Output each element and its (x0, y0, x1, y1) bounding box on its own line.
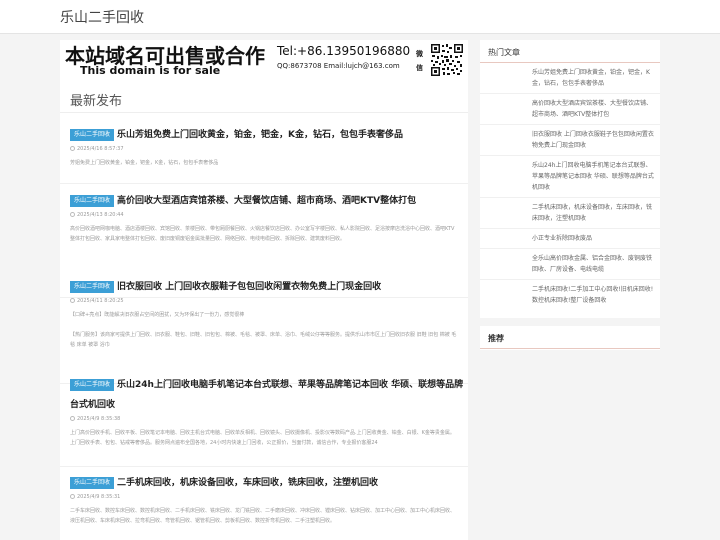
article-title-link[interactable]: 二手机床回收，机床设备回收，车床回收，铣床回收，注塑机回收 (117, 478, 378, 488)
banner-wechat-label: 微信 (416, 50, 423, 72)
hot-articles-widget: 热门文章 乐山芳姐免费上门回收黄金，铂金，钯金，K金，钻石，包包手表奢侈品 高价… (480, 40, 660, 318)
hot-articles-title: 热门文章 (480, 40, 660, 63)
article-item: 乐山二手回收 乐山24h上门回收电脑手机笔记本台式联想、苹果等品牌笔记本回收 华硕… (60, 372, 468, 467)
hot-article-link[interactable]: 二手机床回收!二手加工中心回收!旧机床回收!数控机床回收!整厂设备回收 (532, 286, 653, 304)
article-date: 2025/4/9 8:35:38 (70, 416, 468, 422)
thumbnail (486, 68, 526, 90)
article-date-text: 2025/4/13 8:20:44 (77, 212, 124, 218)
clock-icon (70, 494, 75, 499)
thumbnail (486, 285, 526, 307)
hot-article-link[interactable]: 乐山24h上门回收电脑手机笔记本台式联想、苹果等品牌笔记本回收 华硕、联想等品牌… (532, 162, 654, 191)
clock-icon (70, 146, 75, 151)
hot-article-item[interactable]: 乐山24h上门回收电脑手机笔记本台式联想、苹果等品牌笔记本回收 华硕、联想等品牌… (480, 156, 660, 198)
thumbnail (486, 254, 526, 276)
hot-articles-list: 乐山芳姐免费上门回收黄金，铂金，钯金，K金，钻石，包包手表奢侈品 高价回收大型酒… (480, 63, 660, 310)
hot-article-item[interactable]: 旧衣服回收 上门回收衣服鞋子包包回收闲置衣物免费上门现金回收 (480, 125, 660, 156)
article-date-text: 2025/4/16 8:57:37 (77, 146, 124, 152)
thumbnail (486, 234, 526, 244)
thumbnail (486, 99, 526, 121)
thumbnail (486, 203, 526, 225)
article-excerpt: 【口碑+亮点】既能解决旧衣服占空间的困扰，又为环保出了一份力，感觉很棒 【热门服… (70, 312, 457, 348)
qr-code-icon (430, 43, 464, 77)
article-title-link[interactable]: 乐山芳姐免费上门回收黄金，铂金，钯金，K金，钻石，包包手表奢侈品 (117, 130, 403, 140)
section-divider (60, 112, 468, 113)
article-excerpt: 二手车床回收、数控车床回收、数控机床回收、二手机床回收、铣床回收、龙门铣回收、二… (70, 508, 456, 524)
article-date: 2025/4/11 8:20:25 (70, 298, 468, 304)
article-excerpt: 芳姐免费上门回收黄金，铂金，钯金，K金，钻石，包包手表奢侈品 (70, 160, 219, 166)
top-bar: 乐山二手回收 (0, 0, 720, 34)
hot-article-link[interactable]: 乐山芳姐免费上门回收黄金，铂金，钯金，K金，钻石，包包手表奢侈品 (532, 69, 650, 87)
article-date: 2025/4/16 8:57:37 (70, 146, 468, 152)
article-item: 乐山二手回收 二手机床回收，机床设备回收，车床回收，铣床回收，注塑机回收 2025… (60, 470, 468, 540)
hot-article-item[interactable]: 乐山芳姐免费上门回收黄金，铂金，钯金，K金，钻石，包包手表奢侈品 (480, 63, 660, 94)
article-title-link[interactable]: 高价回收大型酒店宾馆茶楼、大型餐饮店铺、超市商场、酒吧KTV整体打包 (117, 196, 416, 206)
article-date-text: 2025/4/9 8:35:38 (77, 416, 121, 422)
article-date-text: 2025/4/11 8:20:25 (77, 298, 124, 304)
recommend-widget: 推荐 (480, 326, 660, 350)
category-tag[interactable]: 乐山二手回收 (70, 195, 115, 207)
sidebar: 热门文章 乐山芳姐免费上门回收黄金，铂金，钯金，K金，钻石，包包手表奢侈品 高价… (480, 40, 660, 540)
thumbnail (486, 130, 526, 152)
article-item: 乐山二手回收 乐山芳姐免费上门回收黄金，铂金，钯金，K金，钻石，包包手表奢侈品 2… (60, 122, 468, 184)
hot-article-link[interactable]: 二手机床回收，机床设备回收，车床回收，铣床回收，注塑机回收 (532, 204, 652, 222)
hot-article-item[interactable]: 小正专业拆除回收废品 (480, 229, 660, 249)
wechat-qr-code (430, 43, 464, 77)
hot-article-item[interactable]: 高价回收大型酒店宾馆茶楼、大型餐饮店铺、超市商场、酒吧KTV整体打包 (480, 94, 660, 125)
clock-icon (70, 298, 75, 303)
banner-qq-email: QQ:8673708 Email:lujch@163.com (277, 62, 400, 70)
recommend-title: 推荐 (480, 326, 660, 349)
article-excerpt: 上门高价回收手机、回收平板、回收笔记本电脑、回收主机台式电脑、回收单反相机、回收… (70, 430, 455, 446)
category-tag[interactable]: 乐山二手回收 (70, 477, 115, 489)
clock-icon (70, 416, 75, 421)
hot-article-item[interactable]: 全乐山高价回收金属、铝合金回收、废铜废铁回收、厂房设备、电线电缆 (480, 249, 660, 280)
article-title-link[interactable]: 乐山24h上门回收电脑手机笔记本台式联想、苹果等品牌笔记本回收 华硕、联想等品牌… (70, 380, 463, 410)
thumbnail (486, 161, 526, 183)
domain-sale-banner: 本站域名可出售或合作 This domain is for sale Tel:+… (60, 40, 468, 82)
hot-article-link[interactable]: 全乐山高价回收金属、铝合金回收、废铜废铁回收、厂房设备、电线电缆 (532, 255, 652, 273)
main-content: 本站域名可出售或合作 This domain is for sale Tel:+… (60, 40, 468, 540)
article-date-text: 2025/4/9 8:35:31 (77, 494, 121, 500)
hot-article-item[interactable]: 二手机床回收，机床设备回收，车床回收，铣床回收，注塑机回收 (480, 198, 660, 229)
hot-article-link[interactable]: 小正专业拆除回收废品 (532, 235, 592, 242)
category-tag[interactable]: 乐山二手回收 (70, 379, 115, 391)
article-excerpt: 高价回收酒吧网咖电脑、酒店酒楼回收、宾馆回收、茶楼回收、带包厢厨餐回收、火锅店餐… (70, 226, 455, 242)
clock-icon (70, 212, 75, 217)
banner-tel: Tel:+86.13950196880 (277, 44, 411, 58)
latest-section-title: 最新发布 (70, 94, 123, 109)
article-item: 乐山二手回收 旧衣服回收 上门回收衣服鞋子包包回收闲置衣物免费上门现金回收 202… (60, 274, 468, 384)
article-title-link[interactable]: 旧衣服回收 上门回收衣服鞋子包包回收闲置衣物免费上门现金回收 (117, 282, 381, 292)
site-title[interactable]: 乐山二手回收 (60, 7, 144, 27)
hot-article-link[interactable]: 高价回收大型酒店宾馆茶楼、大型餐饮店铺、超市商场、酒吧KTV整体打包 (532, 100, 652, 118)
article-date: 2025/4/9 8:35:31 (70, 494, 468, 500)
category-tag[interactable]: 乐山二手回收 (70, 281, 115, 293)
category-tag[interactable]: 乐山二手回收 (70, 129, 115, 141)
article-date: 2025/4/13 8:20:44 (70, 212, 468, 218)
hot-article-item[interactable]: 二手机床回收!二手加工中心回收!旧机床回收!数控机床回收!整厂设备回收 (480, 280, 660, 310)
banner-en-text: This domain is for sale (80, 64, 221, 77)
hot-article-link[interactable]: 旧衣服回收 上门回收衣服鞋子包包回收闲置衣物免费上门现金回收 (532, 131, 654, 149)
